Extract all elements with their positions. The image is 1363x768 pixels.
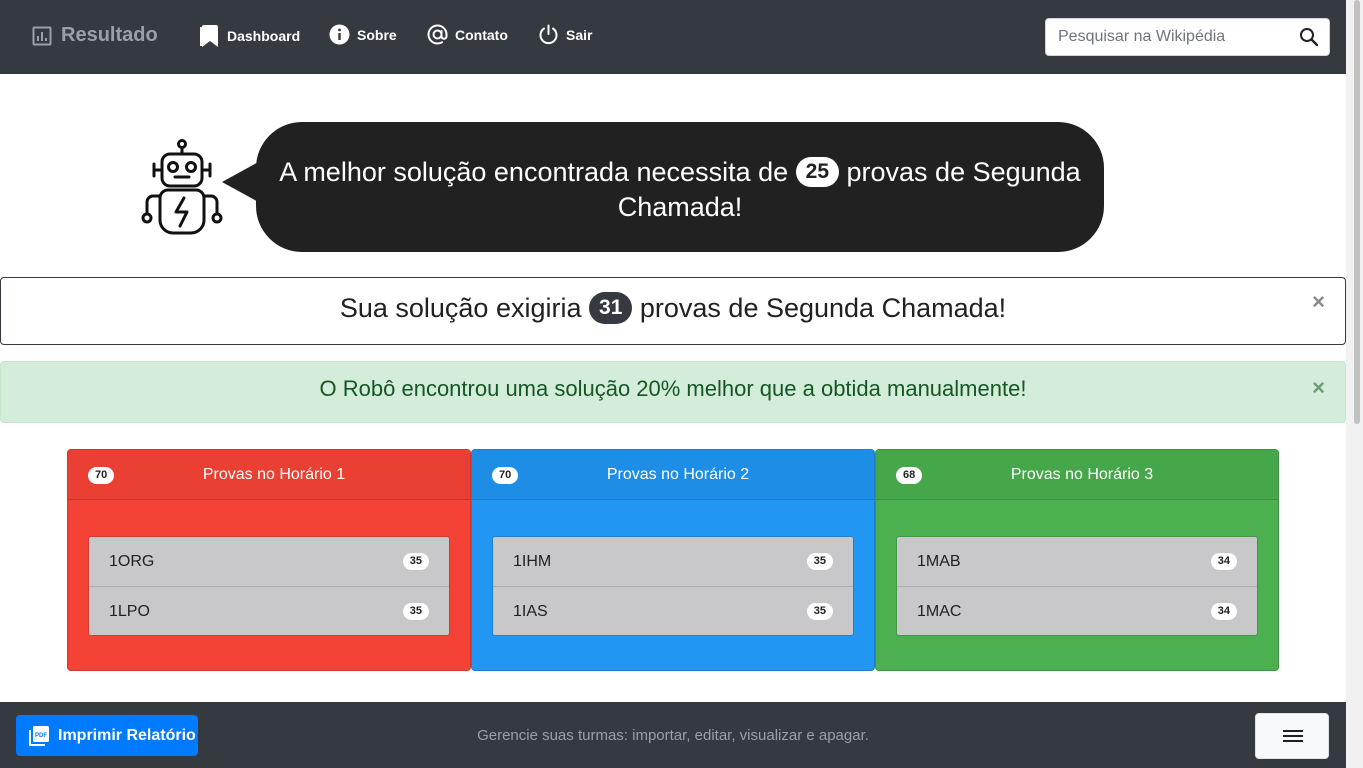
exam-count-badge: 34	[1210, 553, 1237, 570]
robot-message-before: A melhor solução encontrada necessita de	[279, 157, 789, 187]
slot-card-header: 68 Provas no Horário 3	[876, 450, 1278, 500]
info-icon	[329, 24, 350, 45]
footer-text: Gerencie suas turmas: importar, editar, …	[477, 727, 869, 744]
search-button[interactable]	[1299, 27, 1319, 52]
search-input[interactable]	[1046, 19, 1286, 55]
bar-chart-icon	[32, 26, 52, 45]
exam-count-badge: 35	[402, 553, 429, 570]
exam-count-badge: 34	[1210, 603, 1237, 620]
comparison-text: O Robô encontrou uma solução 20% melhor …	[319, 376, 1027, 401]
user-solution-alert: Sua solução exigiria 31 provas de Segund…	[0, 277, 1346, 345]
search-icon	[1300, 28, 1319, 47]
nav-sobre[interactable]: Sobre	[329, 24, 397, 45]
hamburger-menu-icon	[1283, 730, 1303, 742]
exam-count-badge: 35	[806, 603, 833, 620]
nav-contato[interactable]: Contato	[427, 24, 508, 45]
nav-dashboard-label: Dashboard	[227, 28, 301, 44]
footer: PDF Imprimir Relatório Gerencie suas tur…	[0, 702, 1346, 768]
exam-name: 1IAS	[513, 603, 548, 620]
exam-list: 1ORG 35 1LPO 35	[88, 536, 450, 636]
slot-title: Provas no Horário 2	[606, 466, 750, 483]
page: Resultado Dashboard Sobre Contato Sair P…	[0, 0, 1363, 768]
exam-name: 1MAB	[917, 553, 961, 570]
exam-list: 1IHM 35 1IAS 35	[492, 536, 854, 636]
scrollbar-thumb[interactable]	[1354, 0, 1360, 424]
slot-card-3: 68 Provas no Horário 3 1MAB 34 1MAC 34	[875, 449, 1279, 671]
robot-icon	[140, 138, 224, 243]
slot-card-header: 70 Provas no Horário 1	[68, 450, 470, 500]
exam-count-badge: 35	[806, 553, 833, 570]
brand[interactable]: Resultado	[32, 24, 158, 47]
nav-contato-label: Contato	[455, 26, 508, 43]
user-solution-before: Sua solução exigiria	[339, 293, 582, 323]
nav-sair[interactable]: Sair	[538, 24, 592, 45]
slot-card-1: 70 Provas no Horário 1 1ORG 35 1LPO 35	[67, 449, 471, 671]
exam-name: 1MAC	[917, 603, 962, 620]
exam-name: 1LPO	[109, 603, 150, 620]
bookmark-icon	[200, 25, 218, 47]
list-item[interactable]: 1LPO 35	[89, 586, 449, 635]
close-icon[interactable]: ×	[1312, 374, 1325, 402]
list-item[interactable]: 1ORG 35	[89, 537, 449, 586]
slot-card-header: 70 Provas no Horário 2	[472, 450, 874, 500]
exam-list: 1MAB 34 1MAC 34	[896, 536, 1258, 636]
user-count-badge: 31	[589, 291, 633, 324]
user-solution-after: provas de Segunda Chamada!	[639, 293, 1007, 323]
brand-label: Resultado	[61, 24, 158, 46]
power-icon	[539, 24, 558, 45]
exam-name: 1IHM	[513, 553, 552, 570]
search-box	[1045, 18, 1330, 56]
slot-title: Provas no Horário 1	[202, 466, 346, 483]
menu-button[interactable]	[1255, 713, 1329, 759]
slot-card-2: 70 Provas no Horário 2 1IHM 35 1IAS 35	[471, 449, 875, 671]
slot-title: Provas no Horário 3	[1010, 466, 1154, 483]
list-item[interactable]: 1MAB 34	[897, 537, 1257, 586]
close-icon[interactable]: ×	[1312, 288, 1325, 316]
exam-name: 1ORG	[109, 553, 155, 570]
comparison-alert: O Robô encontrou uma solução 20% melhor …	[0, 361, 1346, 423]
list-item[interactable]: 1IAS 35	[493, 586, 853, 635]
nav-dashboard[interactable]: Dashboard	[200, 24, 300, 48]
at-sign-icon	[427, 24, 448, 45]
robot-speech-bubble: A melhor solução encontrada necessita de…	[256, 122, 1104, 252]
list-item[interactable]: 1MAC 34	[897, 586, 1257, 635]
nav-sair-label: Sair	[566, 26, 593, 43]
robot-count-badge: 25	[795, 156, 839, 187]
nav-sobre-label: Sobre	[357, 26, 397, 43]
navbar: Resultado Dashboard Sobre Contato Sair P…	[0, 0, 1346, 74]
exam-count-badge: 35	[402, 603, 429, 620]
list-item[interactable]: 1IHM 35	[493, 537, 853, 586]
